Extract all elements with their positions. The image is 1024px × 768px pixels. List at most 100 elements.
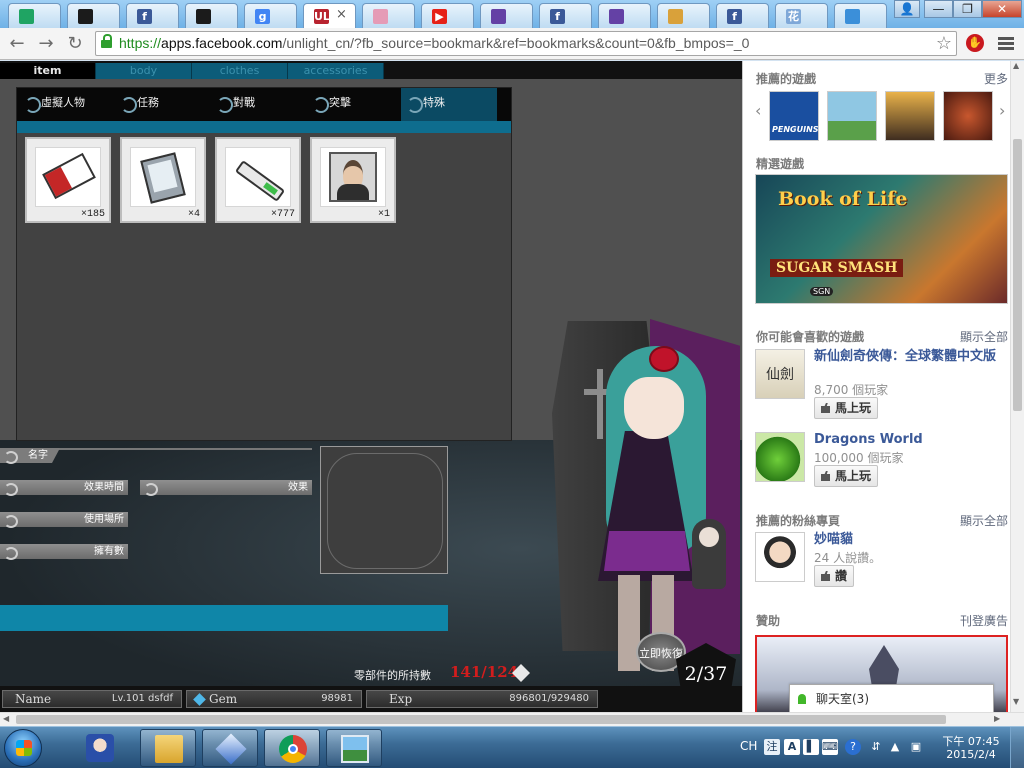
tab-clothes[interactable]: clothes xyxy=(192,63,288,79)
bookmark-star-icon[interactable]: ☆ xyxy=(936,33,952,54)
network-icon[interactable]: ▣ xyxy=(908,739,924,755)
fanpages-title: 推薦的粉絲專頁 xyxy=(756,514,841,528)
fanpages-show-all[interactable]: 顯示全部 xyxy=(960,512,1008,529)
tab-accessories[interactable]: accessories xyxy=(288,63,384,79)
reload-icon[interactable]: ↻ xyxy=(64,33,86,55)
show-desktop-button[interactable] xyxy=(1010,727,1024,768)
browser-tab[interactable]: f xyxy=(126,3,179,28)
category-raid[interactable]: 突擊 xyxy=(307,88,403,121)
dice-icon xyxy=(215,733,247,765)
browser-tab[interactable] xyxy=(67,3,120,28)
game-tile-dino[interactable] xyxy=(943,91,993,141)
punctuation-icon[interactable]: ▌ xyxy=(803,739,819,755)
folder-icon xyxy=(155,735,183,763)
browser-tab[interactable] xyxy=(598,3,651,28)
vertical-scrollbar[interactable]: ▲ ▼ xyxy=(1010,61,1024,712)
taskbar-explorer[interactable] xyxy=(140,729,196,767)
address-bar[interactable]: https://apps.facebook.com/unlight_cn/?fb… xyxy=(95,31,957,56)
fanpage-title[interactable]: 妙喵貓 xyxy=(814,532,1004,548)
play-now-button-dragons-world[interactable]: 馬上玩 xyxy=(814,465,879,487)
effect-label: 效果 xyxy=(140,480,312,496)
might-like-show-all[interactable]: 顯示全部 xyxy=(960,328,1008,345)
help-icon[interactable]: ? xyxy=(845,739,861,755)
chat-bar[interactable]: 聊天室(3) xyxy=(789,684,994,712)
ime-options-icon[interactable]: ⇵ xyxy=(868,739,884,755)
maximize-button[interactable]: ❐ xyxy=(953,0,982,18)
scroll-left-icon[interactable]: ◀ xyxy=(3,714,9,723)
start-button[interactable] xyxy=(4,729,42,767)
portrait-icon xyxy=(329,152,377,202)
item-slot-stick[interactable]: ×777 xyxy=(215,137,301,223)
tab-body[interactable]: body xyxy=(96,63,192,79)
category-avatar[interactable]: 虛擬人物 xyxy=(19,88,115,121)
browser-tab[interactable]: g xyxy=(244,3,297,28)
close-window-button[interactable]: ✕ xyxy=(982,0,1022,18)
game-tile-penguins[interactable]: PENGUINS xyxy=(769,91,819,141)
taskbar-app-dice[interactable] xyxy=(202,729,258,767)
soft-keyboard-icon[interactable]: ⌨ xyxy=(822,739,838,755)
vertical-scroll-thumb[interactable] xyxy=(1013,139,1022,411)
browser-tab[interactable] xyxy=(657,3,710,28)
game-thumb-xianjian[interactable]: 仙劍 xyxy=(755,349,805,399)
taskbar-photo-viewer[interactable] xyxy=(326,729,382,767)
system-clock[interactable]: 下午 07:45 2015/2/4 xyxy=(940,735,1002,761)
browser-tab-strip: f g UL × ▶ f f 花 xyxy=(0,0,1024,28)
game-tile-runner[interactable] xyxy=(827,91,877,141)
like-button[interactable]: 讚 xyxy=(814,565,855,587)
browser-tab[interactable]: UL × xyxy=(303,3,356,28)
tab-item[interactable]: item xyxy=(0,63,96,79)
online-status-icon xyxy=(798,694,806,704)
category-duel[interactable]: 對戰 xyxy=(211,88,307,121)
game-thumb-dragons-world[interactable] xyxy=(755,432,805,482)
close-tab-icon[interactable]: × xyxy=(336,7,347,22)
browser-tab[interactable]: f xyxy=(716,3,769,28)
item-slot-portrait[interactable]: ×1 xyxy=(310,137,396,223)
browser-toolbar: ← → ↻ https://apps.facebook.com/unlight_… xyxy=(0,28,1024,60)
name-value: Lv.101 dsfdf xyxy=(111,693,173,704)
browser-tab[interactable]: 花 xyxy=(775,3,828,28)
play-now-button-xianjian[interactable]: 馬上玩 xyxy=(814,397,879,419)
language-indicator[interactable]: CH xyxy=(740,739,757,753)
url-text[interactable]: https://apps.facebook.com/unlight_cn/?fb… xyxy=(119,35,749,51)
create-ad-link[interactable]: 刊登廣告 xyxy=(960,612,1008,629)
item-slot-ticket[interactable]: ×185 xyxy=(25,137,111,223)
taskbar-anime-avatar[interactable] xyxy=(76,729,132,767)
anime-icon xyxy=(373,9,388,24)
profile-icon[interactable]: 👤 xyxy=(894,0,920,18)
carousel-right-icon[interactable]: › xyxy=(999,101,1005,120)
browser-tab[interactable] xyxy=(834,3,887,28)
browser-menu-icon[interactable] xyxy=(998,37,1014,51)
recommended-more-link[interactable]: 更多 xyxy=(984,70,1008,87)
font-width-icon[interactable]: A xyxy=(784,739,800,755)
carousel-left-icon[interactable]: ‹ xyxy=(755,101,761,120)
game-title-dragons-world[interactable]: Dragons World xyxy=(814,432,1004,448)
category-special[interactable]: 特殊 xyxy=(401,88,497,121)
ime-icon[interactable]: 注 xyxy=(764,739,780,755)
tray-expand-icon[interactable]: ▲ xyxy=(887,739,903,755)
clock-date: 2015/2/4 xyxy=(946,748,996,761)
featured-game-banner[interactable]: Book of Life SUGAR SMASH SGN xyxy=(755,174,1008,304)
horizontal-scroll-thumb[interactable] xyxy=(16,715,946,724)
browser-tab[interactable]: ▶ xyxy=(421,3,474,28)
horizontal-scrollbar[interactable]: ◀ ▶ xyxy=(0,712,1024,726)
item-slot-card[interactable]: ×4 xyxy=(120,137,206,223)
adblock-extension-icon[interactable]: ✋ xyxy=(966,34,984,52)
browser-tab[interactable] xyxy=(362,3,415,28)
category-quest[interactable]: 任務 xyxy=(115,88,211,121)
minimize-button[interactable]: — xyxy=(924,0,953,18)
browser-tab[interactable]: f xyxy=(539,3,592,28)
scroll-down-icon[interactable]: ▼ xyxy=(1013,697,1019,706)
browser-tab[interactable] xyxy=(185,3,238,28)
browser-tab[interactable] xyxy=(8,3,61,28)
scroll-up-icon[interactable]: ▲ xyxy=(1013,61,1019,70)
tile-label: PENGUINS xyxy=(772,125,819,134)
taskbar-chrome[interactable] xyxy=(264,729,320,767)
back-icon[interactable]: ← xyxy=(6,33,28,55)
game-title-xianjian[interactable]: 新仙劍奇俠傳：全球繁體中文版 xyxy=(814,349,1004,365)
game-tile-racing[interactable] xyxy=(885,91,935,141)
forward-icon[interactable]: → xyxy=(35,33,57,55)
twitch-icon xyxy=(491,9,506,24)
scroll-right-icon[interactable]: ▶ xyxy=(994,714,1000,723)
fanpage-avatar[interactable] xyxy=(755,532,805,582)
browser-tab[interactable] xyxy=(480,3,533,28)
